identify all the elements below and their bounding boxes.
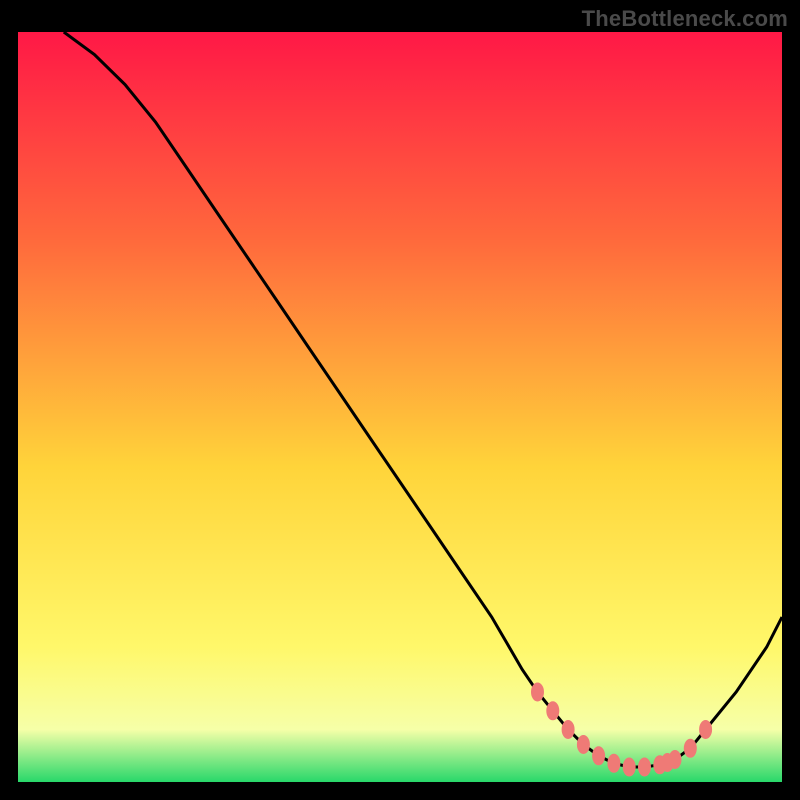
gradient-background [18,32,782,782]
marker-dot [562,721,574,739]
marker-dot [684,739,696,757]
marker-dot [593,747,605,765]
marker-dot [547,702,559,720]
marker-dot [639,758,651,776]
marker-dot [577,736,589,754]
plot-area [18,32,782,782]
plot-svg [18,32,782,782]
marker-dot [532,683,544,701]
marker-dot [608,754,620,772]
chart-frame: TheBottleneck.com [0,0,800,800]
watermark-text: TheBottleneck.com [582,6,788,32]
marker-dot [700,721,712,739]
marker-dot [669,751,681,769]
marker-dot [623,758,635,776]
